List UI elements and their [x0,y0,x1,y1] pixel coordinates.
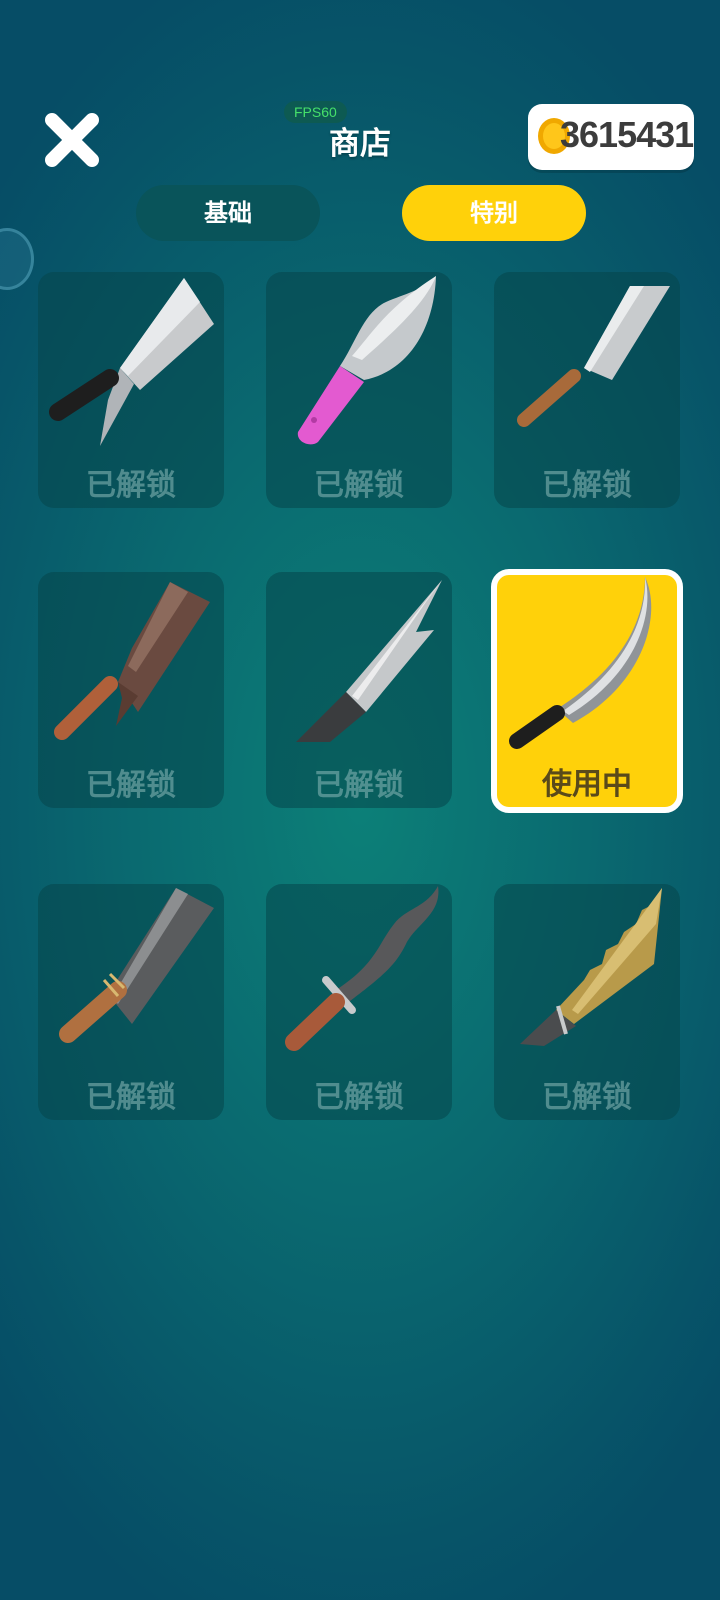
shop-item-3[interactable]: 已解锁 [494,272,680,508]
item-status: 已解锁 [86,468,176,503]
shop-item-7[interactable]: 已解锁 [38,884,224,1120]
cleaver-knife-icon [49,278,214,446]
item-status: 已解锁 [314,1080,404,1115]
shop-item-8[interactable]: 已解锁 [266,884,452,1120]
item-status: 已解锁 [86,768,176,803]
shop-item-9[interactable]: 已解锁 [494,884,680,1120]
chef-knife-icon [517,286,670,427]
coin-balance: 3615431 [528,104,694,170]
side-bubble[interactable] [0,228,34,290]
coin-amount: 3615431 [560,114,694,155]
tab-special[interactable]: 特别 [402,185,586,241]
hook-dagger-icon [296,580,442,742]
wavy-dagger-icon [285,886,439,1051]
shop-item-6[interactable]: 使用中 [491,569,683,813]
item-status: 已解锁 [314,468,404,503]
item-status: 已解锁 [542,468,632,503]
serrated-gold-blade-icon [520,888,662,1046]
item-status: 已解锁 [542,1080,632,1115]
machete-icon [59,888,214,1043]
shop-item-5[interactable]: 已解锁 [266,572,452,808]
curved-blade-icon [509,577,652,749]
pink-handle-knife-icon [297,276,436,445]
shop-item-2[interactable]: 已解锁 [266,272,452,508]
item-status: 使用中 [542,767,632,802]
tab-basic[interactable]: 基础 [136,185,320,241]
shop-item-1[interactable]: 已解锁 [38,272,224,508]
rusty-cleaver-icon [54,582,210,740]
item-status: 已解锁 [86,1080,176,1115]
item-status: 已解锁 [314,768,404,803]
shop-item-4[interactable]: 已解锁 [38,572,224,808]
